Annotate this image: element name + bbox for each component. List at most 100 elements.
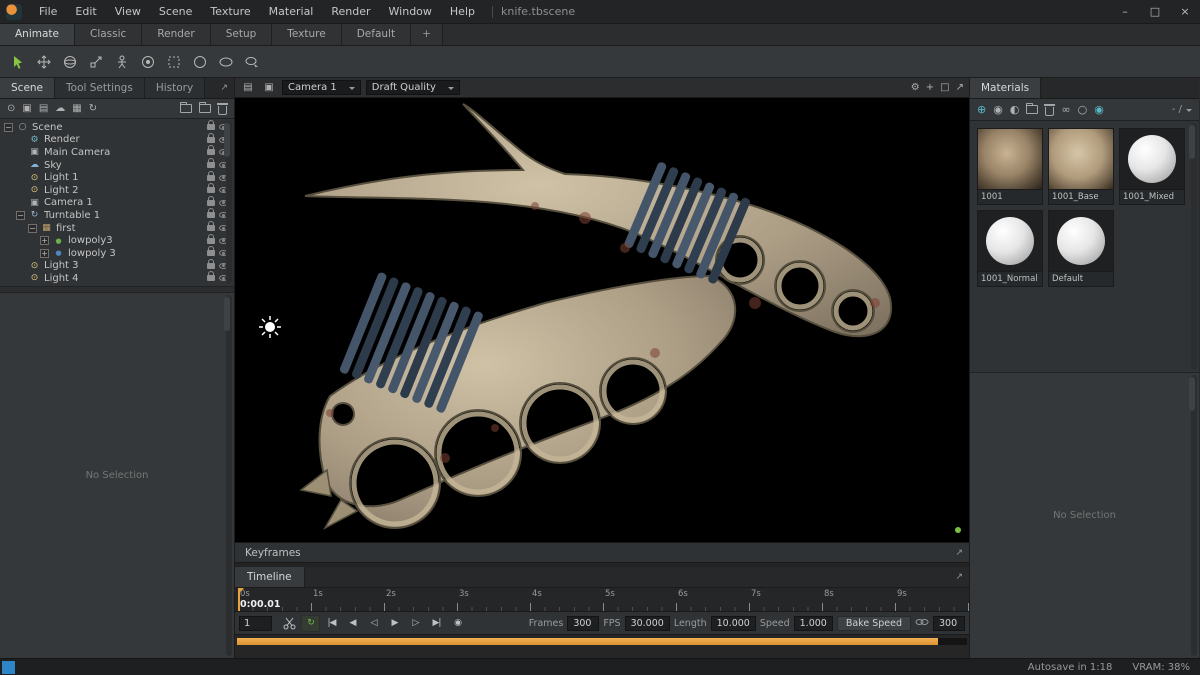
menu-help[interactable]: Help	[441, 0, 484, 24]
expander-icon[interactable]: +	[40, 248, 49, 258]
tree-item-lowpoly3[interactable]: + lowpoly3	[0, 233, 234, 247]
range-bar-fill[interactable]	[237, 638, 938, 645]
lock-icon[interactable]	[207, 195, 215, 206]
lock-icon[interactable]	[207, 233, 215, 244]
tab-scene[interactable]: Scene	[0, 78, 56, 98]
add-light-icon[interactable]: ⊙	[7, 103, 15, 114]
popout-icon[interactable]: ↗	[949, 572, 969, 582]
minimize-button[interactable]: –	[1110, 0, 1140, 24]
lock-icon[interactable]	[207, 170, 215, 181]
material-item[interactable]: 1001	[977, 128, 1043, 205]
range-bar-track[interactable]	[237, 638, 967, 645]
scrollbar[interactable]	[224, 295, 232, 656]
menu-texture[interactable]: Texture	[201, 0, 259, 24]
tab-setup[interactable]: Setup	[210, 24, 273, 45]
tree-item-sky[interactable]: Sky	[0, 158, 234, 172]
add-camera-icon[interactable]: ▣	[22, 103, 31, 114]
material-thumbnail[interactable]	[1048, 210, 1114, 272]
viewport-3d[interactable]	[235, 98, 969, 542]
translate-tool-icon[interactable]	[32, 50, 56, 74]
play-reverse-button[interactable]: ◁	[364, 615, 383, 632]
expander-icon[interactable]: −	[4, 122, 13, 132]
play-button[interactable]: ▶	[385, 615, 404, 632]
tab-timeline[interactable]: Timeline	[235, 567, 305, 587]
add-layout-tab-button[interactable]: +	[411, 24, 443, 45]
cut-keys-button[interactable]	[280, 615, 299, 632]
clear-material-icon[interactable]: ◐	[1010, 103, 1020, 116]
delete-icon[interactable]	[217, 102, 228, 115]
link-material-icon[interactable]: ∞	[1061, 103, 1070, 116]
scrollbar[interactable]	[224, 121, 232, 284]
close-button[interactable]: ×	[1170, 0, 1200, 24]
material-item[interactable]: 1001_Mixed	[1119, 128, 1185, 205]
material-thumbnail[interactable]	[1048, 128, 1114, 190]
lock-icon[interactable]	[207, 246, 215, 257]
tree-item-camera-1[interactable]: Camera 1	[0, 195, 234, 210]
fps-field[interactable]: 30.000	[624, 615, 670, 631]
pivot-tool-icon[interactable]	[110, 50, 134, 74]
folder-icon[interactable]	[180, 102, 192, 113]
select-tool-icon[interactable]	[6, 50, 30, 74]
lock-icon[interactable]	[207, 208, 215, 219]
tab-classic[interactable]: Classic	[75, 24, 143, 45]
lock-icon[interactable]	[207, 120, 215, 131]
tree-item-scene[interactable]: − Scene	[0, 120, 234, 134]
length-field[interactable]: 10.000	[710, 615, 756, 631]
lock-icon[interactable]	[207, 183, 215, 194]
app-logo-icon[interactable]	[6, 3, 22, 20]
add-mesh-icon[interactable]: ▦	[72, 103, 81, 114]
tab-animate[interactable]: Animate	[0, 24, 75, 45]
sphere-preview-icon[interactable]: ○	[1078, 103, 1088, 116]
loop-frames-field[interactable]: 300	[933, 615, 965, 631]
menu-material[interactable]: Material	[260, 0, 323, 24]
lock-icon[interactable]	[207, 158, 215, 169]
maximize-button[interactable]: □	[1140, 0, 1170, 24]
add-sky-icon[interactable]: ☁	[55, 103, 65, 114]
lock-icon[interactable]	[207, 132, 215, 143]
tree-item-lowpoly-3[interactable]: + lowpoly 3	[0, 246, 234, 260]
lock-icon[interactable]	[207, 271, 215, 282]
timeline-ruler[interactable]: 0s 1s 2s 3s 4s 5s 6s 7s 8s 9s 0:00.01	[235, 588, 969, 612]
tab-materials[interactable]: Materials	[970, 78, 1042, 98]
screen-icon[interactable]: ▤	[240, 82, 256, 93]
tree-item-light-2[interactable]: Light 2	[0, 183, 234, 197]
tree-item-turntable-1[interactable]: − Turntable 1	[0, 208, 234, 222]
expander-icon[interactable]: −	[16, 210, 25, 220]
viewport-settings-gear-icon[interactable]: ⚙	[911, 82, 920, 93]
popout-icon[interactable]: ↗	[214, 83, 234, 93]
step-back-button[interactable]: ◀	[343, 615, 362, 632]
add-material-icon[interactable]: ⊕	[977, 103, 986, 116]
menu-edit[interactable]: Edit	[66, 0, 105, 24]
add-turntable-icon[interactable]: ↻	[89, 103, 97, 114]
keyframes-bar[interactable]: Keyframes ↗	[235, 542, 969, 563]
skip-to-end-button[interactable]: ▶|	[427, 615, 446, 632]
add-object-icon[interactable]: ▤	[39, 103, 48, 114]
viewport-move-icon[interactable]: +	[926, 82, 934, 93]
menu-file[interactable]: File	[30, 0, 66, 24]
notification-icon[interactable]	[2, 660, 15, 674]
marquee-select-tool-icon[interactable]	[162, 50, 186, 74]
folder-icon[interactable]	[1026, 103, 1039, 114]
bake-speed-button[interactable]: Bake Speed	[836, 615, 911, 631]
material-item[interactable]: 1001_Base	[1048, 128, 1114, 205]
viewport-layout-icon[interactable]: □	[940, 82, 949, 93]
lock-icon[interactable]	[207, 258, 215, 269]
link-icon[interactable]	[915, 617, 929, 630]
current-frame-field[interactable]: 1	[239, 615, 272, 631]
tree-item-light-3[interactable]: Light 3	[0, 258, 234, 273]
tab-default[interactable]: Default	[341, 24, 412, 45]
duplicate-material-icon[interactable]: ◉	[993, 103, 1003, 116]
material-item[interactable]: Default	[1048, 210, 1114, 287]
lock-icon[interactable]	[207, 145, 215, 156]
menu-view[interactable]: View	[106, 0, 150, 24]
compass-icon[interactable]: ◉	[1094, 103, 1104, 116]
tab-history[interactable]: History	[144, 78, 206, 98]
viewport-expand-icon[interactable]: ↗	[956, 82, 964, 93]
speed-field[interactable]: 1.000	[793, 615, 833, 631]
focus-tool-icon[interactable]	[136, 50, 160, 74]
material-thumbnail[interactable]	[977, 128, 1043, 190]
camera-icon[interactable]: ▣	[261, 82, 277, 93]
material-thumbnail[interactable]	[977, 210, 1043, 272]
step-forward-button[interactable]: ▷	[406, 615, 425, 632]
tree-item-main-camera[interactable]: Main Camera	[0, 145, 234, 159]
